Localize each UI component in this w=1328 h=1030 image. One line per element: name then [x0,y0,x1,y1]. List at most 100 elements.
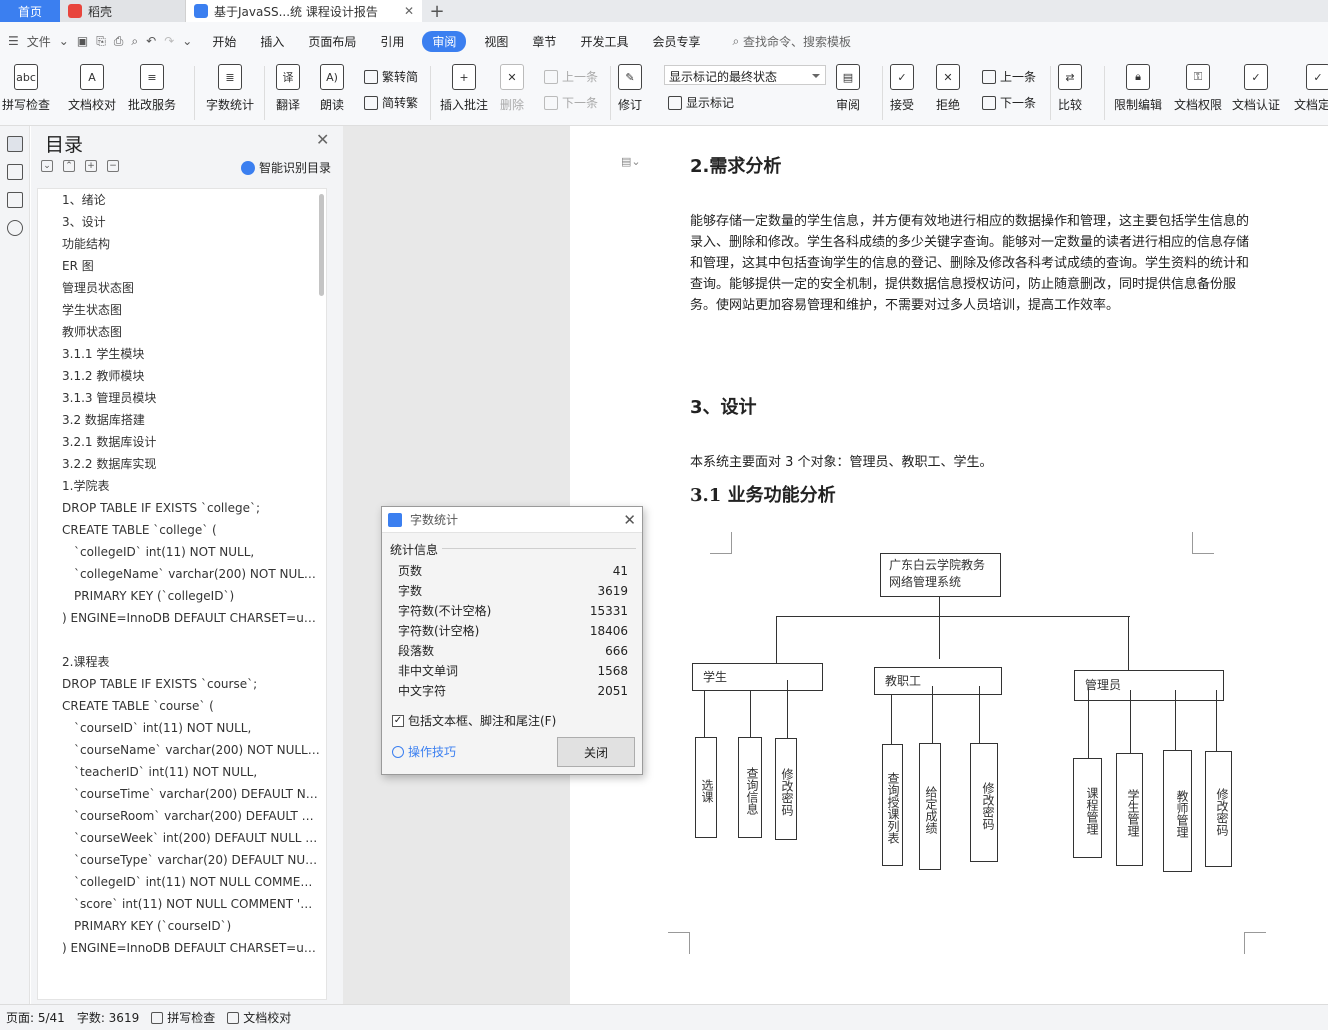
redo-icon[interactable]: ↷ [164,34,174,48]
menu-start[interactable]: 开始 [200,33,248,50]
insert-comment-button[interactable]: + 插入批注 [440,64,488,113]
toc-item[interactable]: 3.1.1 学生模块 [38,343,326,365]
smart-toc-button[interactable]: 智能识别目录 [241,159,331,176]
toc-item[interactable]: PRIMARY KEY (`courseID`) [38,915,326,937]
menu-layout[interactable]: 页面布局 [296,33,368,50]
translate-button[interactable]: 译翻译 [276,64,300,113]
toc-item[interactable]: `teacherID` int(11) NOT NULL, [38,761,326,783]
toc-item[interactable]: 3.1.3 管理员模块 [38,387,326,409]
next-comment-button[interactable]: 下一条 [544,94,598,111]
toc-item[interactable]: 1、绪论 [38,189,326,211]
toc-item[interactable]: `courseTime` varchar(200) DEFAULT NULL C… [38,783,326,805]
menu-icon[interactable]: ☰ [8,34,19,48]
toc-item[interactable]: 教师状态图 [38,321,326,343]
toc-item[interactable] [38,629,326,651]
close-button[interactable]: 关闭 [557,737,635,767]
tab-home[interactable]: 首页 [0,0,60,22]
next-change-button[interactable]: 下一条 [982,94,1036,111]
compare-button[interactable]: ⇄ 比较 [1058,64,1082,113]
toc-item[interactable]: `courseName` varchar(200) NOT NULL COMME… [38,739,326,761]
toc-item[interactable]: ER 图 [38,255,326,277]
tips-link[interactable]: 操作技巧 [392,743,456,760]
search-icon[interactable] [6,220,23,236]
menu-review[interactable]: 审阅 [422,30,467,52]
simp-to-trad-button[interactable]: 简转繁 [364,94,418,111]
menu-member[interactable]: 会员专享 [640,33,712,50]
proofread-toggle[interactable]: 文档校对 [221,1009,297,1026]
toc-item[interactable]: DROP TABLE IF EXISTS `course`; [38,673,326,695]
toc-item[interactable]: 管理员状态图 [38,277,326,299]
proofread-button[interactable]: A 文档校对 [68,64,116,113]
toc-item[interactable]: 1.学院表 [38,475,326,497]
menu-reference[interactable]: 引用 [368,33,416,50]
tab-close-icon[interactable]: ✕ [404,4,414,18]
toc-item[interactable]: 3.2.1 数据库设计 [38,431,326,453]
toc-item[interactable]: `collegeName` varchar(200) NOT NULL COMM… [38,563,326,585]
prev-change-button[interactable]: 上一条 [982,68,1036,85]
toc-item[interactable]: 2.课程表 [38,651,326,673]
reject-button[interactable]: ✕ 拒绝 [936,64,960,113]
word-count-button[interactable]: ≣ 字数统计 [206,64,254,113]
doc-finalize-button[interactable]: ✓ 文档定稿 [1294,64,1328,113]
toc-item[interactable]: `courseWeek` int(200) DEFAULT NULL COMME… [38,827,326,849]
expand-icon[interactable]: ⌄ [41,160,53,172]
toc-item[interactable]: `collegeID` int(11) NOT NULL, [38,541,326,563]
toc-item[interactable]: CREATE TABLE `college` ( [38,519,326,541]
show-markup-button[interactable]: 显示标记 [668,94,734,111]
toc-item[interactable]: ) ENGINE=InnoDB DEFAULT CHARSET=utf8; [38,607,326,629]
doc-permission-button[interactable]: ⚿ 文档权限 [1174,64,1222,113]
toc-item[interactable]: `courseRoom` varchar(200) DEFAULT NULL C… [38,805,326,827]
page-indicator[interactable]: 页面: 5/41 [0,1009,71,1026]
menu-section[interactable]: 章节 [520,33,568,50]
spell-check-toggle[interactable]: 拼写检查 [145,1009,221,1026]
chevron-down-icon[interactable]: ⌄ [59,34,69,48]
toc-item[interactable]: 3.1.2 教师模块 [38,365,326,387]
doc-certify-button[interactable]: ✓ 文档认证 [1232,64,1280,113]
menu-insert[interactable]: 插入 [248,33,296,50]
accept-button[interactable]: ✓ 接受 [890,64,914,113]
toc-item[interactable]: `courseType` varchar(20) DEFAULT NULL CO… [38,849,326,871]
tab-daoke[interactable]: 稻壳 [60,0,186,22]
add-icon[interactable]: + [85,160,97,172]
menu-view[interactable]: 视图 [472,33,520,50]
markup-state-select[interactable]: 显示标记的最终状态 [664,65,826,85]
toc-item[interactable]: 3、设计 [38,211,326,233]
review-pane-button[interactable]: ▤ 审阅 [836,64,860,113]
delete-comment-button[interactable]: ✕ 删除 [500,64,524,113]
toc-item[interactable]: CREATE TABLE `course` ( [38,695,326,717]
toc-item[interactable]: `collegeID` int(11) NOT NULL COMMENT '所属… [38,871,326,893]
toc-item[interactable]: PRIMARY KEY (`collegeID`) [38,585,326,607]
menu-devtools[interactable]: 开发工具 [568,33,640,50]
tab-document[interactable]: 基于JavaSS...统 课程设计报告 ✕ [186,0,422,22]
chapter-icon[interactable] [6,164,23,180]
toc-item[interactable]: 功能结构 [38,233,326,255]
toc-icon[interactable] [6,136,23,152]
close-icon[interactable]: ✕ [623,511,636,529]
revise-button[interactable]: ✎ 修订 [618,64,642,113]
toc-scrollbar[interactable] [319,194,324,296]
close-icon[interactable]: ✕ [316,130,329,149]
bookmark-icon[interactable] [6,192,23,208]
word-count-indicator[interactable]: 字数: 3619 [71,1009,145,1026]
trad-to-simp-button[interactable]: 繁转简 [364,68,418,85]
include-textbox-checkbox[interactable]: ✓ 包括文本框、脚注和尾注(F) [392,712,556,729]
command-search[interactable]: ⌕ 查找命令、搜索模板 [732,33,851,50]
toc-item[interactable]: 3.2.2 数据库实现 [38,453,326,475]
prev-comment-button[interactable]: 上一条 [544,68,598,85]
print-icon[interactable]: ⎙ [114,34,124,49]
file-menu[interactable]: 文件 [27,33,51,50]
paragraph-icon[interactable]: ▤⌄ [621,155,641,168]
toc-item[interactable]: 学生状态图 [38,299,326,321]
toc-item[interactable]: ) ENGINE=InnoDB DEFAULT CHARSET=utf8; [38,937,326,959]
new-tab-button[interactable]: + [422,0,452,22]
undo-icon[interactable]: ↶ [146,34,156,48]
export-icon[interactable]: ⎘ [96,34,106,49]
collapse-icon[interactable]: ⌃ [63,160,75,172]
preview-icon[interactable]: ⌕ [131,34,138,49]
toc-item[interactable]: 3.2 数据库搭建 [38,409,326,431]
more-icon[interactable]: ⌄ [182,34,192,48]
spell-check-button[interactable]: abc 拼写检查 [2,64,50,113]
toc-item[interactable]: DROP TABLE IF EXISTS `college`; [38,497,326,519]
batch-service-button[interactable]: ≡ 批改服务 [128,64,176,113]
remove-icon[interactable]: − [107,160,119,172]
